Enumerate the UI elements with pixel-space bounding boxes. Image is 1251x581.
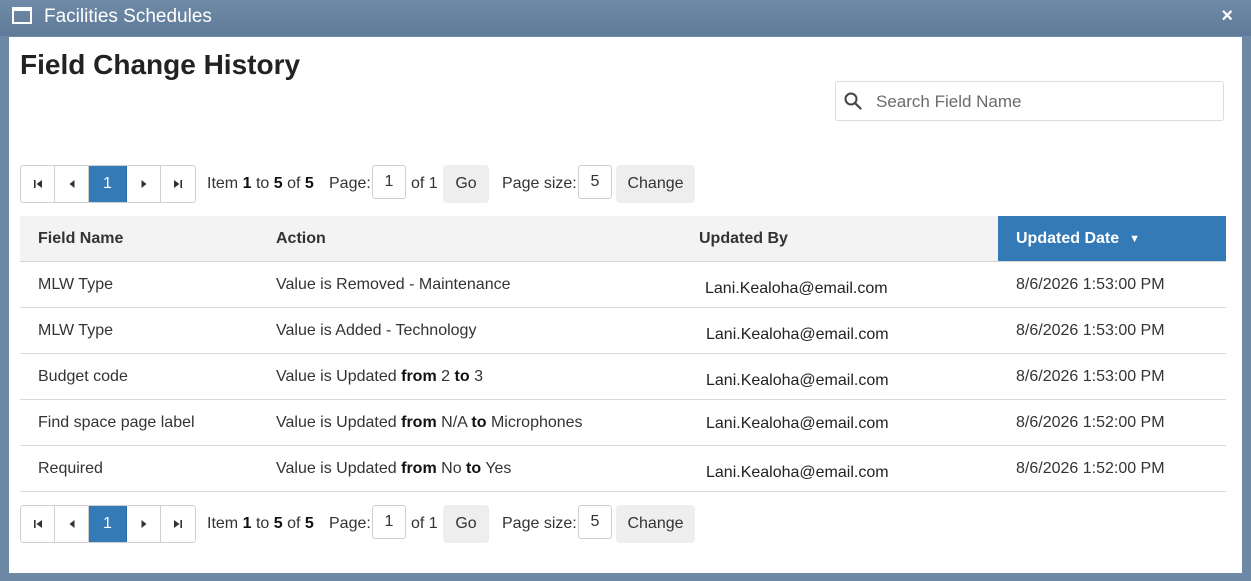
search-input[interactable] [874, 90, 1218, 114]
cell-action: Value is Updated from N/A to Microphones [276, 414, 583, 431]
table-row[interactable]: MLW Type Value is Added - Technology Lan… [20, 308, 1226, 354]
page-size-label: Page size: [502, 175, 577, 192]
cell-updated-date: 8/6/2026 1:53:00 PM [1016, 276, 1165, 293]
pager-bottom: 1 Item 1 to 5 of 5 Page: 1 of 1 Go Page … [20, 505, 720, 543]
page-1-button[interactable]: 1 [89, 506, 127, 542]
window-icon [12, 7, 32, 24]
go-button[interactable]: Go [443, 165, 489, 203]
last-page-icon[interactable] [161, 166, 195, 202]
page-number-input[interactable]: 1 [372, 165, 406, 199]
table-row[interactable]: MLW Type Value is Removed - Maintenance … [20, 262, 1226, 308]
search-box [835, 81, 1224, 121]
cell-updated-by: Lani.Kealoha@email.com [705, 280, 888, 297]
window-title: Facilities Schedules [44, 6, 212, 27]
page-size-label: Page size: [502, 515, 577, 532]
column-updated-date[interactable]: Updated Date ▼ [998, 216, 1226, 261]
pager-nav: 1 [20, 165, 196, 203]
cell-field-name: Find space page label [38, 414, 195, 431]
cell-updated-by: Lani.Kealoha@email.com [706, 326, 889, 343]
page-label: Page: [329, 515, 371, 532]
last-page-icon[interactable] [161, 506, 195, 542]
cell-action: Value is Added - Technology [276, 322, 477, 339]
cell-updated-by: Lani.Kealoha@email.com [706, 372, 889, 389]
close-icon[interactable]: × [1221, 5, 1233, 27]
window-titlebar: Facilities Schedules × [0, 0, 1251, 36]
page-label: Page: [329, 175, 371, 192]
change-button[interactable]: Change [616, 505, 695, 543]
page-title: Field Change History [20, 49, 301, 80]
page-count-text: of 1 [411, 175, 438, 192]
cell-updated-by: Lani.Kealoha@email.com [706, 464, 889, 481]
page-number-input[interactable]: 1 [372, 505, 406, 539]
table-row[interactable]: Budget code Value is Updated from 2 to 3… [20, 354, 1226, 400]
cell-field-name: MLW Type [38, 322, 113, 339]
pager-top: 1 Item 1 to 5 of 5 Page: 1 of 1 Go Page … [20, 165, 720, 203]
cell-action: Value is Updated from 2 to 3 [276, 368, 483, 385]
cell-action: Value is Updated from No to Yes [276, 460, 512, 477]
go-button[interactable]: Go [443, 505, 489, 543]
column-updated-by[interactable]: Updated By [699, 216, 788, 261]
page-size-input[interactable]: 5 [578, 505, 612, 539]
cell-updated-date: 8/6/2026 1:52:00 PM [1016, 414, 1165, 431]
first-page-icon[interactable] [21, 506, 55, 542]
next-page-icon[interactable] [127, 166, 161, 202]
history-table: Field Name Action Updated By Updated Dat… [20, 216, 1226, 492]
sort-desc-icon: ▼ [1129, 233, 1141, 245]
table-row[interactable]: Find space page label Value is Updated f… [20, 400, 1226, 446]
cell-field-name: Required [38, 460, 103, 477]
cell-field-name: MLW Type [38, 276, 113, 293]
prev-page-icon[interactable] [55, 166, 89, 202]
cell-action: Value is Removed - Maintenance [276, 276, 511, 293]
column-action[interactable]: Action [276, 216, 326, 261]
item-range-text: Item 1 to 5 of 5 [207, 515, 314, 532]
next-page-icon[interactable] [127, 506, 161, 542]
page-size-input[interactable]: 5 [578, 165, 612, 199]
change-button[interactable]: Change [616, 165, 695, 203]
cell-updated-date: 8/6/2026 1:52:00 PM [1016, 460, 1165, 477]
page-1-button[interactable]: 1 [89, 166, 127, 202]
cell-field-name: Budget code [38, 368, 128, 385]
cell-updated-date: 8/6/2026 1:53:00 PM [1016, 322, 1165, 339]
table-header: Field Name Action Updated By Updated Dat… [20, 216, 1226, 262]
item-range-text: Item 1 to 5 of 5 [207, 175, 314, 192]
column-field-name[interactable]: Field Name [38, 216, 123, 261]
dialog-panel: Field Change History 1 Item 1 to 5 of [9, 37, 1242, 573]
first-page-icon[interactable] [21, 166, 55, 202]
pager-nav: 1 [20, 505, 196, 543]
table-row[interactable]: Required Value is Updated from No to Yes… [20, 446, 1226, 492]
cell-updated-by: Lani.Kealoha@email.com [706, 415, 889, 432]
cell-updated-date: 8/6/2026 1:53:00 PM [1016, 368, 1165, 385]
page-count-text: of 1 [411, 515, 438, 532]
prev-page-icon[interactable] [55, 506, 89, 542]
search-icon [844, 92, 862, 110]
